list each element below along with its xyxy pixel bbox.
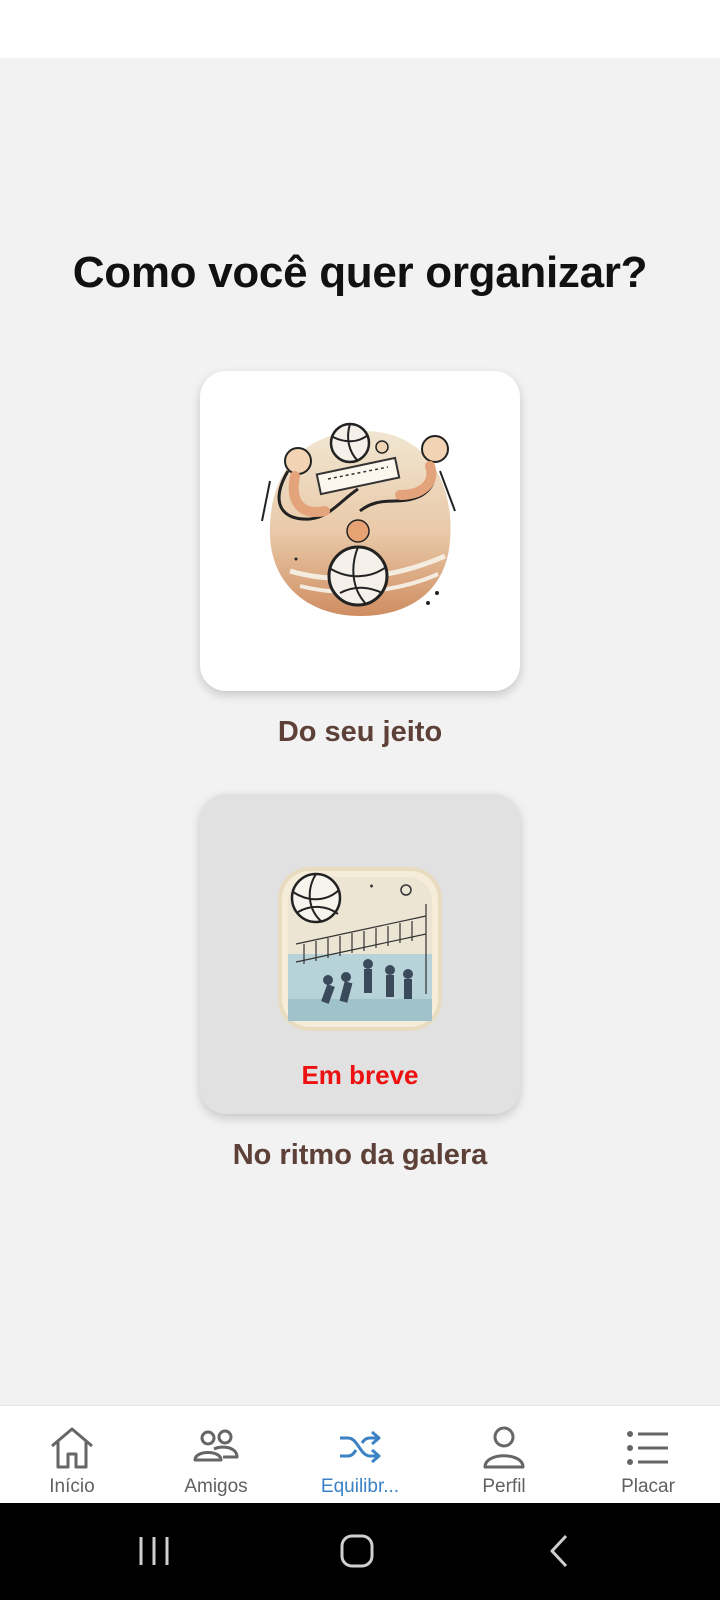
nav-item-friends[interactable]: Amigos	[144, 1406, 288, 1504]
home-button-icon[interactable]	[338, 1531, 378, 1571]
bottom-navigation: Início Amigos Equilibr... Perfil Placar	[0, 1405, 720, 1504]
option-label-group-rhythm: No ritmo da galera	[232, 1139, 488, 1171]
nav-item-profile[interactable]: Perfil	[432, 1406, 576, 1504]
back-icon[interactable]	[544, 1531, 574, 1571]
nav-item-home[interactable]: Início	[0, 1406, 144, 1504]
option-card-own-way[interactable]	[200, 371, 520, 691]
nav-item-balance[interactable]: Equilibr...	[288, 1406, 432, 1504]
shuffle-icon	[340, 1430, 381, 1464]
home-icon	[51, 1427, 93, 1469]
list-icon	[627, 1431, 668, 1465]
system-navigation-bar	[0, 1503, 720, 1600]
coming-soon-badge: Em breve	[301, 1060, 419, 1090]
page-title: Como você quer organizar?	[72, 248, 648, 297]
nav-label-friends: Amigos	[184, 1476, 248, 1497]
nav-label-home: Início	[49, 1476, 95, 1497]
option-label-own-way: Do seu jeito	[277, 716, 443, 748]
nav-item-scoreboard[interactable]: Placar	[576, 1406, 720, 1504]
volleyball-players-illustration	[261, 422, 456, 616]
nav-label-scoreboard: Placar	[621, 1476, 675, 1497]
recent-apps-icon[interactable]	[136, 1531, 172, 1571]
friends-icon	[193, 1429, 239, 1462]
status-bar	[0, 0, 720, 58]
option-card-group-rhythm: Em breve	[200, 794, 520, 1114]
nav-label-balance: Equilibr...	[320, 1476, 400, 1497]
nav-label-profile: Perfil	[482, 1476, 526, 1497]
profile-icon	[483, 1426, 525, 1469]
